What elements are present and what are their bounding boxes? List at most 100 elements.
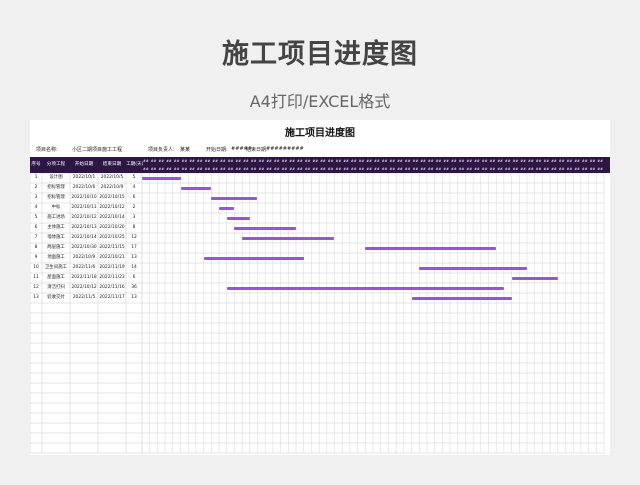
row-task-name: 施工进场 [47, 215, 65, 220]
gantt-bar [365, 246, 497, 250]
day-header-cell: ## [458, 159, 465, 163]
row-start-date: 2022/10/11 [71, 205, 97, 210]
row-duration: 6 [132, 275, 136, 280]
day-header-cell: ## [204, 167, 211, 171]
day-header-cell: ## [543, 159, 550, 163]
day-header-cell: ## [227, 159, 234, 163]
day-header-cell: ## [227, 167, 234, 171]
day-header-cell: ## [497, 167, 503, 171]
day-header-cell: ## [143, 167, 149, 171]
day-header-cell: ## [397, 167, 403, 171]
day-header-cell: ## [304, 159, 311, 163]
day-header-cell: ## [512, 167, 519, 171]
row-no: 6 [34, 225, 38, 230]
day-header-cell: ## [343, 167, 349, 171]
day-header-cell: ## [404, 159, 411, 163]
row-task-name: 清洁打扫 [47, 285, 65, 290]
row-no: 3 [34, 195, 38, 200]
row-duration: 13 [131, 255, 137, 260]
row-no: 12 [33, 285, 39, 290]
day-header-cell: ## [304, 167, 311, 171]
day-header-cell: ## [266, 167, 272, 171]
day-header-cell: ## [412, 159, 419, 163]
row-end-date: 2022/10/9 [100, 185, 124, 190]
row-end-date: 2022/10/20 [99, 225, 125, 230]
day-header-cell: ## [458, 167, 465, 171]
row-no: 1 [34, 175, 38, 180]
gantt-bar [411, 296, 512, 300]
day-header-cell: ## [574, 167, 580, 171]
day-header-cell: ## [381, 159, 388, 163]
row-end-date: 2022/11/17 [99, 295, 125, 300]
row-end-date: 2022/10/15 [99, 195, 125, 200]
day-header-cell: ## [281, 159, 288, 163]
day-header-cell: ## [250, 167, 257, 171]
day-header-cell: ## [297, 159, 303, 163]
manager-value: 某某 [180, 147, 191, 153]
day-header-cell: ## [443, 159, 449, 163]
day-header-cell: ## [181, 159, 188, 163]
day-header-cell: ## [150, 167, 157, 171]
day-header-cell: ## [520, 167, 526, 171]
day-header-cell: ## [204, 159, 211, 163]
row-no: 7 [34, 235, 38, 240]
day-header-cell: ## [420, 167, 426, 171]
day-header-cell: ## [196, 159, 203, 163]
day-header-cell: ## [327, 167, 334, 171]
day-header-cell: ## [158, 167, 165, 171]
row-duration: 36 [131, 285, 137, 290]
day-header-cell: ## [358, 167, 365, 171]
day-header-cell: ## [528, 159, 534, 163]
row-task-name: 设计图 [49, 175, 63, 180]
day-header-cell: ## [297, 167, 303, 171]
day-header-cell: ## [489, 167, 496, 171]
day-header-cell: ## [335, 167, 342, 171]
row-start-date: 2022/10/14 [71, 235, 97, 240]
day-header-cell: ## [397, 159, 403, 163]
row-task-name: 验收交付 [47, 295, 65, 300]
row-start-date: 2022/10/12 [71, 215, 97, 220]
day-header-cell: ## [289, 159, 295, 163]
day-header-cell: ## [474, 167, 480, 171]
day-header-cell: ## [189, 167, 195, 171]
day-header-cell: ## [212, 167, 218, 171]
day-header-cell: ## [558, 167, 565, 171]
gantt-bar [226, 216, 250, 220]
gantt-bar [234, 226, 296, 230]
day-header-cell: ## [427, 167, 434, 171]
day-header-cell: ## [558, 159, 565, 163]
row-end-date: 2022/10/25 [99, 235, 125, 240]
row-duration: 12 [131, 235, 137, 240]
row-task-name: 屋面施工 [47, 275, 65, 280]
day-header-cell: ## [327, 159, 334, 163]
row-no: 8 [34, 245, 38, 250]
row-start-date: 2022/10/6 [72, 185, 96, 190]
day-header-cell: ## [335, 159, 342, 163]
row-end-date: 2022/11/16 [99, 285, 125, 290]
day-header-cell: ## [181, 167, 188, 171]
row-end-date: 2022/10/5 [100, 175, 124, 180]
day-header-cell: ## [350, 167, 357, 171]
row-no: 4 [34, 205, 38, 210]
day-header-cell: ## [143, 159, 149, 163]
gantt-bar [142, 176, 181, 180]
gantt-bar [226, 286, 504, 290]
gantt-bar [180, 186, 212, 190]
row-task-name: 卫生间施工 [45, 265, 67, 270]
day-header-cell: ## [358, 159, 365, 163]
row-start-date: 2022/11/6 [72, 265, 96, 270]
row-start-date: 2022/11/5 [72, 295, 96, 300]
day-header-cell: ## [528, 167, 534, 171]
day-header-cell: ## [220, 167, 226, 171]
row-end-date: 2022/11/15 [99, 245, 125, 250]
day-header-cell: ## [381, 167, 388, 171]
day-header-cell: ## [258, 167, 265, 171]
day-header-cell: ## [466, 159, 473, 163]
day-header-cell: ## [350, 159, 357, 163]
day-header-cell: ## [374, 159, 380, 163]
row-task-name: 主体施工 [47, 225, 65, 230]
row-start-date: 2022/10/1 [72, 175, 96, 180]
day-header-cell: ## [512, 159, 519, 163]
row-no: 9 [34, 255, 38, 260]
project-name-value: 小区二期项目施工工程 [72, 147, 123, 153]
